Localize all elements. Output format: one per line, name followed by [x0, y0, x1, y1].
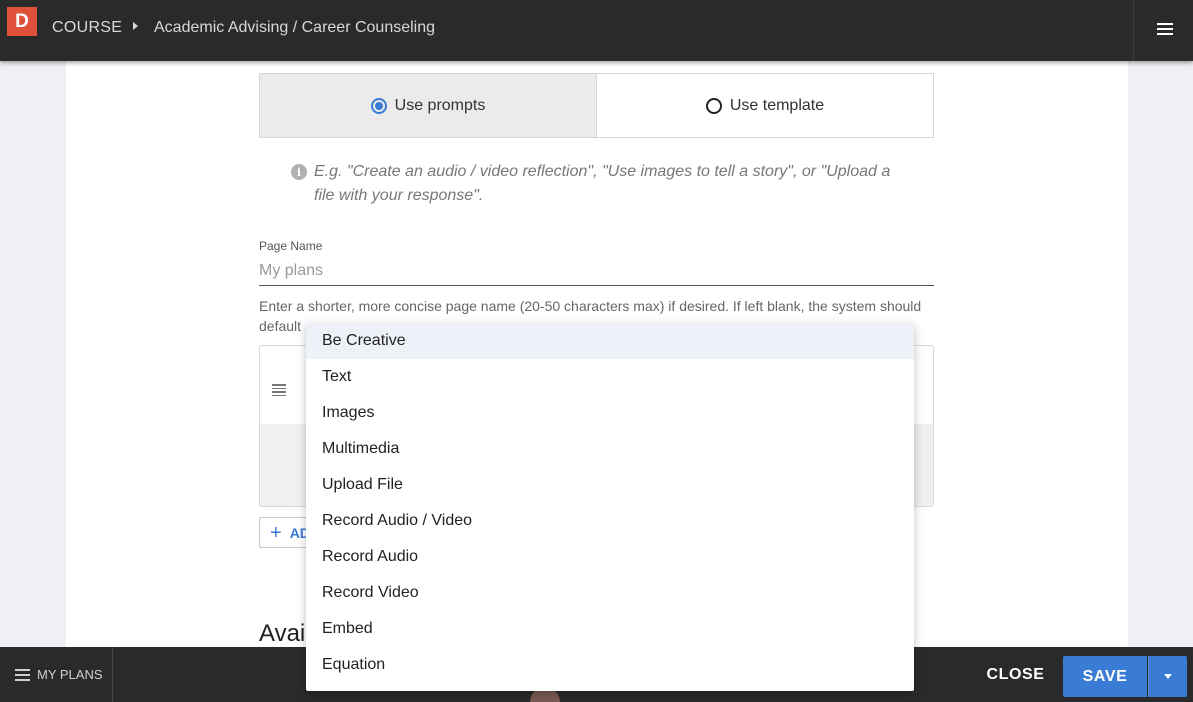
top-bar: D COURSE Academic Advising / Career Coun… [0, 0, 1193, 61]
info-icon: i [291, 164, 307, 180]
page-name-label: Page Name [259, 239, 323, 253]
dropdown-item-multimedia[interactable]: Multimedia [306, 431, 914, 467]
dropdown-item-equation[interactable]: Equation [306, 647, 914, 683]
drag-handle-icon[interactable] [272, 384, 286, 396]
menu-divider [1133, 0, 1134, 61]
app-logo[interactable]: D [7, 7, 37, 36]
prompt-type-dropdown: Be Creative Text Images Multimedia Uploa… [306, 323, 914, 691]
dropdown-item-upload-file[interactable]: Upload File [306, 467, 914, 503]
use-template-label: Use template [729, 96, 825, 114]
dropdown-item-be-creative[interactable]: Be Creative [306, 323, 914, 359]
page-name-input[interactable] [259, 257, 934, 286]
dropdown-item-record-video[interactable]: Record Video [306, 575, 914, 611]
breadcrumb-course[interactable]: COURSE [52, 19, 122, 37]
dropdown-item-embed[interactable]: Embed [306, 611, 914, 647]
dropdown-item-images[interactable]: Images [306, 395, 914, 431]
plus-icon: + [270, 521, 282, 544]
save-options-chevron-down-icon[interactable] [1148, 656, 1187, 697]
radio-unselected-icon[interactable] [705, 97, 722, 114]
use-prompts-label: Use prompts [394, 96, 486, 114]
close-button[interactable]: CLOSE [978, 662, 1053, 688]
available-section-heading: Avai [259, 620, 306, 647]
prompt-hint-text: E.g. "Create an audio / video reflection… [314, 163, 891, 204]
breadcrumb-course-title: Academic Advising / Career Counseling [154, 19, 436, 36]
dropdown-item-text[interactable]: Text [306, 359, 914, 395]
list-icon [15, 668, 30, 681]
my-plans-button[interactable]: MY PLANS [0, 647, 113, 702]
breadcrumb-separator-icon [133, 22, 138, 30]
use-template-option[interactable]: Use template [597, 74, 933, 137]
mode-toggle: Use prompts Use template [259, 73, 934, 138]
dropdown-item-record-audio-video[interactable]: Record Audio / Video [306, 503, 914, 539]
radio-selected-icon[interactable] [370, 97, 387, 114]
hamburger-menu-icon[interactable] [1157, 23, 1173, 36]
use-prompts-option[interactable]: Use prompts [260, 74, 597, 137]
dropdown-item-record-audio[interactable]: Record Audio [306, 539, 914, 575]
my-plans-label: MY PLANS [37, 667, 103, 682]
save-button[interactable]: SAVE [1063, 656, 1147, 697]
